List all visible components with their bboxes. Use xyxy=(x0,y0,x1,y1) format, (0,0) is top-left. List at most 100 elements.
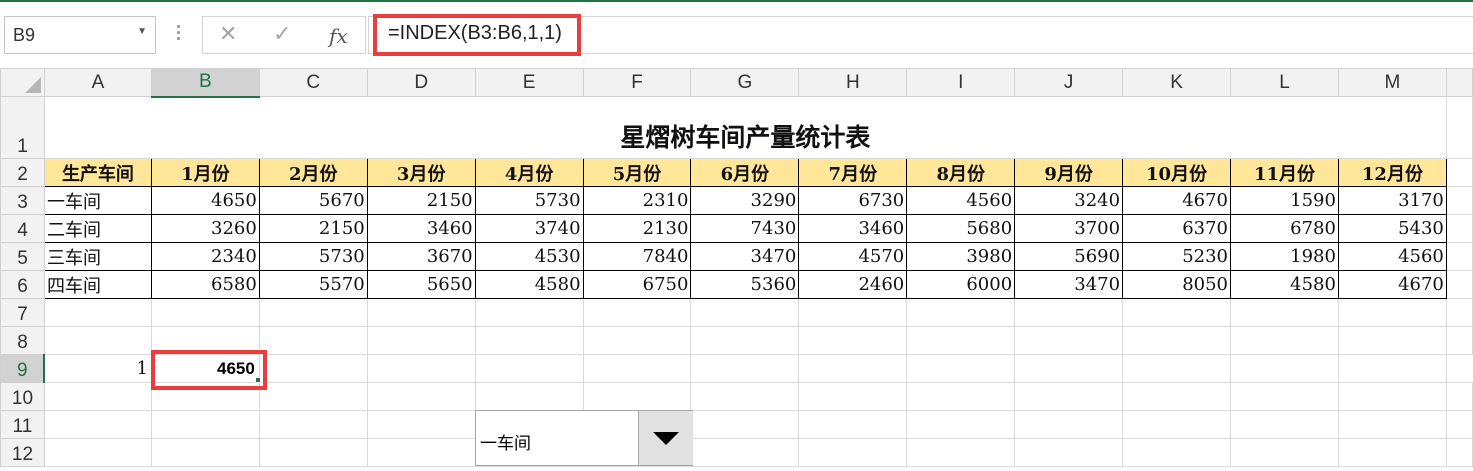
column-header[interactable]: J xyxy=(1014,68,1124,97)
data-cell[interactable]: 7840 xyxy=(582,242,692,271)
data-cell[interactable]: 6780 xyxy=(1230,214,1339,243)
data-cell[interactable]: 4560 xyxy=(1337,242,1447,271)
header-cell[interactable]: 9月份 xyxy=(1014,158,1124,187)
cell[interactable] xyxy=(150,298,260,327)
data-cell[interactable]: 5570 xyxy=(258,270,368,299)
data-cell[interactable]: 5730 xyxy=(258,242,368,271)
data-cell[interactable]: 3470 xyxy=(690,242,800,271)
row-header[interactable]: 9 xyxy=(0,354,46,383)
data-cell[interactable]: 2340 xyxy=(150,242,260,271)
cell[interactable] xyxy=(1230,410,1339,439)
cell[interactable] xyxy=(1445,438,1473,467)
cell[interactable] xyxy=(906,354,1016,383)
data-cell[interactable]: 1980 xyxy=(1230,242,1339,271)
cell[interactable] xyxy=(1122,438,1232,467)
data-cell[interactable]: 5230 xyxy=(1122,242,1232,271)
header-cell[interactable]: 1月份 xyxy=(150,158,260,187)
column-header[interactable]: H xyxy=(798,68,908,97)
data-cell[interactable]: 3470 xyxy=(1014,270,1124,299)
data-cell[interactable]: 6370 xyxy=(1122,214,1232,243)
column-header[interactable]: F xyxy=(582,68,692,97)
data-cell[interactable]: 2460 xyxy=(798,270,908,299)
cell[interactable] xyxy=(1445,214,1473,243)
combo-dropdown-button[interactable] xyxy=(638,411,693,465)
drag-handle-icon[interactable] xyxy=(172,22,184,44)
column-header[interactable]: L xyxy=(1230,68,1339,97)
header-cell[interactable]: 11月份 xyxy=(1230,158,1339,187)
cell[interactable] xyxy=(1014,298,1124,327)
cell[interactable] xyxy=(43,410,152,439)
cell[interactable] xyxy=(1230,298,1339,327)
data-cell[interactable]: 6730 xyxy=(798,186,908,215)
header-cell[interactable]: 生产车间 xyxy=(43,158,152,187)
cell[interactable] xyxy=(906,326,1016,355)
workshop-cell[interactable]: 三车间 xyxy=(43,242,152,271)
cell[interactable] xyxy=(690,438,800,467)
cell[interactable] xyxy=(43,298,152,327)
column-header[interactable]: G xyxy=(690,68,800,97)
cell[interactable] xyxy=(798,410,908,439)
cell[interactable] xyxy=(906,298,1016,327)
cell[interactable] xyxy=(1337,382,1447,411)
data-cell[interactable]: 5650 xyxy=(366,270,476,299)
function-icon[interactable]: fx xyxy=(329,24,348,48)
cell[interactable] xyxy=(43,438,152,467)
row-header[interactable]: 6 xyxy=(0,270,45,299)
cell[interactable] xyxy=(1337,326,1447,355)
cell[interactable] xyxy=(1230,382,1339,411)
workshop-cell[interactable]: 一车间 xyxy=(43,186,152,215)
data-cell[interactable]: 4580 xyxy=(474,270,584,299)
name-box[interactable]: B9 ▼ xyxy=(4,16,156,54)
cell[interactable] xyxy=(690,354,800,383)
data-cell[interactable]: 3460 xyxy=(798,214,908,243)
cell[interactable] xyxy=(798,382,908,411)
cell[interactable] xyxy=(798,326,908,355)
data-cell[interactable]: 5360 xyxy=(690,270,800,299)
cell[interactable] xyxy=(798,438,908,467)
header-cell[interactable]: 7月份 xyxy=(798,158,908,187)
data-cell[interactable]: 3260 xyxy=(150,214,260,243)
data-cell[interactable]: 6580 xyxy=(150,270,260,299)
cell[interactable] xyxy=(1014,382,1124,411)
cell[interactable] xyxy=(690,326,800,355)
cell[interactable] xyxy=(690,298,800,327)
cell[interactable] xyxy=(906,382,1016,411)
cell[interactable] xyxy=(474,298,584,327)
data-cell[interactable]: 3240 xyxy=(1014,186,1124,215)
header-cell[interactable]: 3月份 xyxy=(366,158,476,187)
data-cell[interactable]: 3460 xyxy=(366,214,476,243)
formula-text[interactable]: =INDEX(B3:B6,1,1) xyxy=(373,14,581,56)
cell[interactable] xyxy=(1337,410,1447,439)
data-cell[interactable]: 6000 xyxy=(906,270,1016,299)
data-cell[interactable]: 4650 xyxy=(150,186,260,215)
row-header[interactable]: 8 xyxy=(0,326,45,355)
cell[interactable] xyxy=(1445,158,1473,187)
cell[interactable] xyxy=(690,410,800,439)
cell[interactable] xyxy=(906,438,1016,467)
cell[interactable] xyxy=(150,438,260,467)
row-header[interactable]: 4 xyxy=(0,214,45,243)
cell[interactable] xyxy=(1122,382,1232,411)
row-header[interactable]: 11 xyxy=(0,410,45,439)
cell[interactable] xyxy=(1014,410,1124,439)
header-cell[interactable]: 5月份 xyxy=(582,158,692,187)
index-cell[interactable]: 1 xyxy=(43,354,152,383)
cell[interactable] xyxy=(366,326,476,355)
column-header[interactable]: D xyxy=(366,68,476,97)
header-cell[interactable]: 8月份 xyxy=(906,158,1016,187)
column-header-partial[interactable] xyxy=(1445,68,1473,97)
row-header[interactable]: 2 xyxy=(0,158,45,187)
workshop-cell[interactable]: 四车间 xyxy=(43,270,152,299)
cell[interactable] xyxy=(1445,242,1473,271)
data-cell[interactable]: 3170 xyxy=(1337,186,1447,215)
cell[interactable] xyxy=(150,326,260,355)
data-cell[interactable]: 6750 xyxy=(582,270,692,299)
data-cell[interactable]: 5730 xyxy=(474,186,584,215)
data-cell[interactable]: 4560 xyxy=(906,186,1016,215)
data-cell[interactable]: 4580 xyxy=(1230,270,1339,299)
cell[interactable] xyxy=(1230,326,1339,355)
close-icon[interactable]: ✕ xyxy=(219,22,237,47)
data-cell[interactable]: 2150 xyxy=(258,214,368,243)
data-cell[interactable]: 3700 xyxy=(1014,214,1124,243)
data-cell[interactable]: 5680 xyxy=(906,214,1016,243)
